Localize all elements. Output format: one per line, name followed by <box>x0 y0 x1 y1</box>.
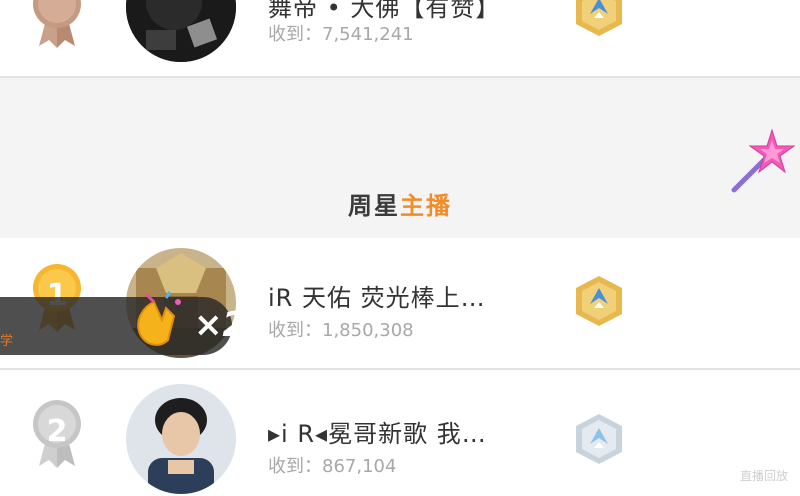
watermark: 直播回放 <box>739 469 788 483</box>
received-count: 收到：7,541,241 <box>268 24 414 45</box>
level-badge-icon <box>570 0 628 40</box>
streamer-name[interactable]: iR 天佑 荧光棒上… <box>268 278 486 313</box>
section-title-part1: 周星 <box>348 192 400 220</box>
streamer-row-rank-3[interactable]: 3 舞帝 • 大佛【有赞】 收到：7,541,241 <box>0 0 800 76</box>
received-count: 收到：867,104 <box>268 456 397 477</box>
clapping-hands-icon <box>126 290 188 352</box>
received-count: 收到：1,850,308 <box>268 320 414 341</box>
streamer-name[interactable]: ▸i R◂冕哥新歌 我… <box>268 414 487 449</box>
section-title-part2: 主播 <box>400 192 452 220</box>
divider <box>0 76 800 78</box>
level-badge-icon <box>570 410 628 468</box>
rank-number: 3 <box>25 0 89 5</box>
avatar[interactable] <box>126 0 236 62</box>
section-title: 周星主播 <box>0 186 800 221</box>
gift-count: ×2 <box>194 305 247 345</box>
streamer-row-rank-2[interactable]: 2 ▸i R◂冕哥新歌 我… 收到：867,104 <box>0 370 800 496</box>
rank-number: 2 <box>46 414 68 449</box>
avatar[interactable] <box>126 384 236 494</box>
bronze-rank-medal-icon: 3 <box>25 0 89 48</box>
silver-rank-medal-icon: 2 <box>25 396 89 468</box>
magic-star-wand-icon <box>726 124 798 196</box>
gift-sender-label: 学 <box>0 334 14 349</box>
level-badge-icon <box>570 272 628 330</box>
